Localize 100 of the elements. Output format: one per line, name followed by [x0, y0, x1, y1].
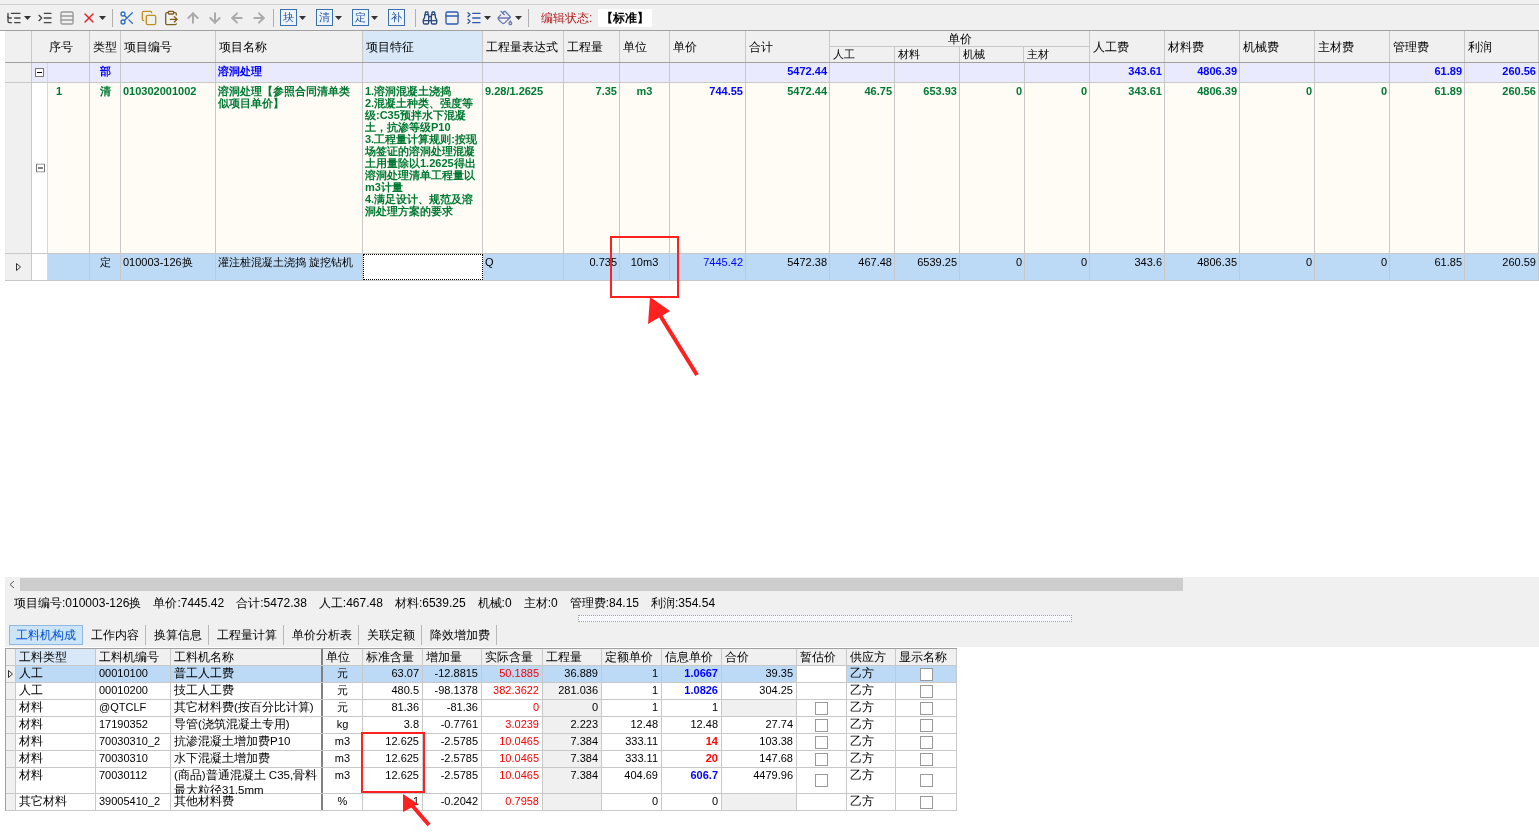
checkbox[interactable] — [815, 701, 828, 715]
layout-button[interactable] — [444, 9, 460, 26]
column-header[interactable]: 合计 — [746, 31, 830, 62]
column-header[interactable]: 管理费 — [1390, 31, 1465, 62]
column-header[interactable]: 单位 — [620, 31, 670, 62]
table-cell: 260.56 — [1465, 63, 1539, 82]
checkbox[interactable] — [815, 752, 828, 766]
checkbox[interactable] — [919, 752, 933, 766]
column-header[interactable]: 工料机编号 — [96, 649, 171, 665]
glyph-button[interactable]: 定 — [352, 9, 369, 26]
checkbox[interactable] — [815, 735, 828, 749]
checkbox[interactable] — [919, 774, 933, 787]
move-left-button[interactable] — [229, 9, 245, 26]
column-header[interactable]: 项目编号 — [121, 31, 216, 62]
tab[interactable]: 单价分析表 — [286, 625, 359, 645]
column-header[interactable]: 项目特征 — [363, 31, 483, 62]
column-header[interactable]: 利润 — [1465, 31, 1539, 62]
checkbox[interactable] — [919, 667, 933, 681]
table-cell: 7.35 — [564, 83, 620, 253]
checkbox[interactable] — [919, 718, 933, 732]
table-cell: 00010200 — [96, 683, 171, 699]
column-header[interactable]: 工程量 — [564, 31, 620, 62]
move-right-button[interactable] — [251, 9, 267, 26]
binoculars-icon — [422, 9, 438, 26]
cut-button[interactable] — [119, 9, 135, 26]
checkbox[interactable] — [919, 701, 933, 715]
table-cell: 46.75 — [830, 83, 895, 253]
checkbox[interactable] — [815, 718, 828, 732]
annotation-frame — [361, 732, 425, 793]
copy-button[interactable] — [141, 9, 157, 26]
column-header[interactable]: 增加量 — [423, 649, 482, 665]
tab[interactable]: 工作内容 — [85, 625, 146, 645]
column-header[interactable]: 人工 — [830, 47, 895, 62]
scrollbar-thumb[interactable] — [20, 578, 1183, 591]
tab[interactable]: 降效增加费 — [424, 625, 497, 645]
column-header[interactable]: 工料类型 — [16, 649, 96, 665]
move-up-button[interactable] — [185, 9, 201, 26]
checkbox[interactable] — [815, 774, 828, 787]
find-button[interactable] — [422, 9, 438, 26]
column-header[interactable]: 主材 — [1024, 47, 1089, 62]
table-cell: 17190352 — [96, 717, 171, 733]
collapse-toggle-icon[interactable] — [36, 163, 45, 173]
row-header[interactable] — [6, 666, 16, 682]
table-cell: 4806.39 — [1165, 63, 1240, 82]
caret-icon — [299, 15, 306, 20]
table-cell: 61.89 — [1390, 63, 1465, 82]
column-header[interactable]: 机械 — [959, 47, 1025, 62]
column-header[interactable]: 机械费 — [1240, 31, 1315, 62]
column-header[interactable]: 供应方 — [847, 649, 896, 665]
column-header[interactable]: 材料费 — [1165, 31, 1240, 62]
column-header[interactable]: 类型 — [90, 31, 121, 62]
column-header[interactable]: 实际含量 — [482, 649, 543, 665]
table-cell: 653.93 — [895, 83, 960, 253]
table-cell: 其它材料 — [16, 794, 96, 810]
table-cell: 元 — [323, 666, 363, 682]
column-header[interactable]: 暂估价 — [797, 649, 847, 665]
tab[interactable]: 换算信息 — [148, 625, 209, 645]
rows-icon — [59, 9, 75, 26]
column-header[interactable]: 合价 — [722, 649, 797, 665]
tab[interactable]: 工料机构成 — [9, 625, 83, 645]
glyph-button[interactable]: 补 — [388, 9, 405, 26]
rows-button[interactable] — [59, 9, 75, 26]
column-header[interactable]: 定额单价 — [602, 649, 662, 665]
column-header[interactable]: 信息单价 — [662, 649, 722, 665]
checkbox[interactable] — [919, 684, 933, 698]
glyph-button[interactable]: 清 — [316, 9, 333, 26]
table-cell: 抗渗混凝土增加费P10 — [171, 734, 323, 750]
table-cell: 010003-126换 — [121, 254, 216, 280]
checkbox[interactable] — [919, 795, 933, 809]
collapse-toggle-icon[interactable] — [35, 68, 44, 77]
table-cell: 清 — [90, 83, 121, 253]
paste-button[interactable] — [163, 9, 179, 26]
table-cell: 溶洞处理【参照合同清单类似项目单价】 — [216, 83, 363, 253]
column-header[interactable]: 序号 — [32, 31, 90, 62]
column-header[interactable]: 工程量表达式 — [483, 31, 564, 62]
column-header[interactable]: 材料 — [894, 47, 960, 62]
caret-icon — [24, 15, 31, 20]
column-header[interactable]: 人工费 — [1090, 31, 1165, 62]
tab[interactable]: 关联定额 — [361, 625, 422, 645]
move-down-button[interactable] — [207, 9, 223, 26]
column-header[interactable]: 单价 — [670, 31, 746, 62]
glyph-button[interactable]: 块 — [280, 9, 297, 26]
info-item: 利润:354.54 — [651, 595, 716, 612]
fill-color-button[interactable] — [497, 9, 522, 26]
column-header[interactable]: 工程量 — [543, 649, 602, 665]
input-field[interactable] — [363, 254, 483, 280]
table-cell: 材料 — [16, 717, 96, 733]
column-header[interactable]: 单位 — [323, 649, 363, 665]
caret-icon — [371, 15, 378, 20]
table-cell: 乙方 — [847, 794, 896, 810]
info-item: 单价:7445.42 — [153, 595, 225, 612]
column-header[interactable]: 主材费 — [1315, 31, 1390, 62]
caret-icon — [515, 15, 522, 20]
checkbox[interactable] — [919, 735, 933, 749]
table-cell: 260.59 — [1465, 254, 1539, 280]
column-header[interactable]: 显示名称 — [896, 649, 957, 665]
tab[interactable]: 工程量计算 — [211, 625, 284, 645]
outline-button[interactable] — [466, 9, 491, 26]
column-header[interactable]: 标准含量 — [363, 649, 423, 665]
splitter-handle[interactable] — [578, 615, 1072, 622]
